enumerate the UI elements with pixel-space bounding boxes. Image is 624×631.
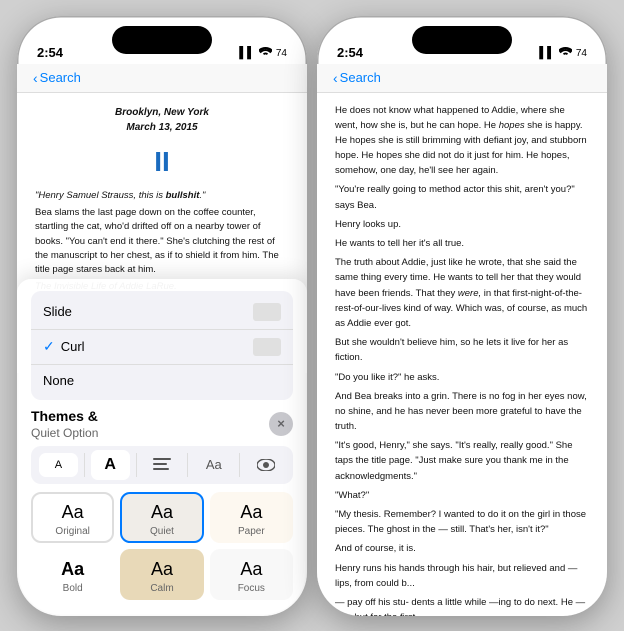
theme-calm[interactable]: Aa Calm xyxy=(120,549,203,600)
back-chevron-2: ‹ xyxy=(333,70,338,86)
format-icon xyxy=(153,458,171,472)
book-area-2: He does not know what happened to Addie,… xyxy=(317,93,607,616)
wifi-icon-2 xyxy=(559,47,572,60)
theme-quiet-aa: Aa xyxy=(151,502,173,523)
theme-paper[interactable]: Aa Paper xyxy=(210,492,293,543)
theme-bold-label: Bold xyxy=(63,583,83,594)
nav-bar-2: ‹ Search xyxy=(317,64,607,93)
check-icon: ✓ xyxy=(43,338,55,355)
scroll-options: Slide ✓ Curl None xyxy=(31,291,293,400)
status-icons-2: ▌▌ 74 xyxy=(539,47,587,60)
close-button[interactable]: × xyxy=(269,412,293,436)
eye-icon xyxy=(257,459,275,471)
nav-back-1[interactable]: ‹ Search xyxy=(33,70,81,86)
theme-calm-aa: Aa xyxy=(151,559,173,580)
battery-icon-2: 74 xyxy=(576,48,587,59)
curl-icon xyxy=(253,338,281,356)
slide-option[interactable]: Slide xyxy=(31,295,293,330)
quiet-option-label: Quiet Option xyxy=(31,426,98,440)
font-controls-row: A A Aa xyxy=(31,446,293,484)
font-divider-2 xyxy=(136,453,137,477)
signal-icon: ▌▌ xyxy=(239,47,255,59)
theme-focus-label: Focus xyxy=(238,583,265,594)
theme-original-label: Original xyxy=(55,526,89,537)
nav-back-2[interactable]: ‹ Search xyxy=(333,70,381,86)
slide-icon xyxy=(253,303,281,321)
time-2: 2:54 xyxy=(337,45,363,60)
phone2-content: ‹ Search He does not know what happened … xyxy=(317,64,607,616)
time-1: 2:54 xyxy=(37,45,63,60)
theme-grid: Aa Original Aa Quiet Aa Paper Aa Bold xyxy=(31,492,293,600)
theme-paper-label: Paper xyxy=(238,526,265,537)
font-type-button[interactable]: Aa xyxy=(194,453,233,476)
dynamic-island xyxy=(112,26,212,54)
phone1-content: ‹ Search Brooklyn, New York March 13, 20… xyxy=(17,64,307,616)
small-a-label: A xyxy=(55,459,62,471)
theme-focus-aa: Aa xyxy=(240,559,262,580)
theme-original-aa: Aa xyxy=(62,502,84,523)
back-label-1: Search xyxy=(40,70,81,85)
curl-option[interactable]: ✓ Curl xyxy=(31,330,293,365)
theme-bold-aa: Aa xyxy=(61,559,84,580)
battery-icon: 74 xyxy=(276,48,287,59)
font-divider-1 xyxy=(84,453,85,477)
theme-quiet-label: Quiet xyxy=(150,526,174,537)
format-button[interactable] xyxy=(143,454,182,476)
status-icons-1: ▌▌ 74 xyxy=(239,47,287,60)
chapter-number: II xyxy=(35,140,289,183)
nav-bar-1: ‹ Search xyxy=(17,64,307,93)
theme-quiet[interactable]: Aa Quiet xyxy=(120,492,203,543)
theme-calm-label: Calm xyxy=(150,583,173,594)
curl-label: Curl xyxy=(61,339,85,354)
eye-button[interactable] xyxy=(246,455,285,475)
back-chevron-1: ‹ xyxy=(33,70,38,86)
back-label-2: Search xyxy=(340,70,381,85)
phone-2: 2:54 ▌▌ 74 ‹ Search He does not know wha… xyxy=(317,16,607,616)
font-increase-button[interactable]: A xyxy=(91,450,130,480)
theme-focus[interactable]: Aa Focus xyxy=(210,549,293,600)
font-divider-4 xyxy=(239,453,240,477)
overlay-panel: Slide ✓ Curl None xyxy=(17,279,307,616)
themes-section-label: Themes & Quiet Option xyxy=(31,408,98,440)
signal-icon-2: ▌▌ xyxy=(539,47,555,59)
theme-paper-aa: Aa xyxy=(240,502,262,523)
book-location: Brooklyn, New York March 13, 2015 xyxy=(35,105,289,136)
phones-container: 2:54 ▌▌ 74 ‹ Search Brooklyn, New York M… xyxy=(17,16,607,616)
wifi-icon xyxy=(259,47,272,60)
font-decrease-button[interactable]: A xyxy=(39,453,78,477)
themes-header-row: Themes & Quiet Option × xyxy=(31,408,293,440)
none-label: None xyxy=(43,373,74,388)
large-a-label: A xyxy=(104,456,116,474)
none-option[interactable]: None xyxy=(31,365,293,396)
slide-label: Slide xyxy=(43,304,72,319)
phone-1: 2:54 ▌▌ 74 ‹ Search Brooklyn, New York M… xyxy=(17,16,307,616)
font-divider-3 xyxy=(187,453,188,477)
dynamic-island-2 xyxy=(412,26,512,54)
theme-original[interactable]: Aa Original xyxy=(31,492,114,543)
theme-bold[interactable]: Aa Bold xyxy=(31,549,114,600)
